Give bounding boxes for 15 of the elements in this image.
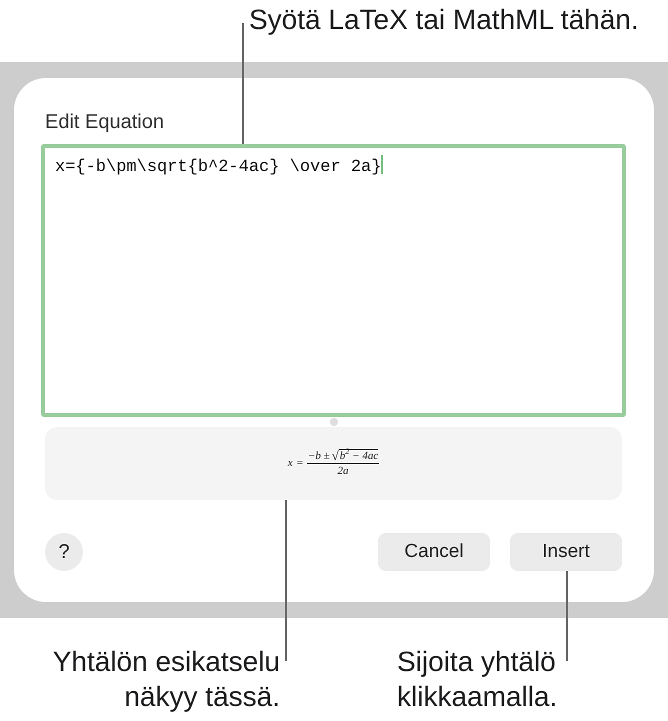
equation-variable: x	[288, 456, 293, 468]
text-cursor-icon	[381, 155, 384, 174]
equals-sign: =	[296, 456, 303, 468]
denominator-text: 2a	[338, 464, 349, 476]
dialog-title: Edit Equation	[45, 110, 164, 134]
callout-text: Yhtälön esikatselu näkyy tässä.	[52, 645, 280, 714]
resize-handle-icon[interactable]	[330, 418, 338, 426]
dialog-button[interactable]: Insert	[510, 533, 622, 571]
radical-sign: √	[332, 448, 339, 462]
equation-input-field[interactable]: x={-b\pm\sqrt{b^2-4ac} \over 2a}	[41, 144, 626, 417]
callout-text: Sijoita yhtälö klikkaamalla.	[397, 645, 558, 714]
help-button[interactable]: ?	[45, 533, 83, 571]
numerator-text: −b ±	[308, 450, 330, 462]
callout-text: Syötä LaTeX tai MathML tähän.	[249, 4, 639, 36]
dialog-button[interactable]: Cancel	[378, 533, 490, 571]
